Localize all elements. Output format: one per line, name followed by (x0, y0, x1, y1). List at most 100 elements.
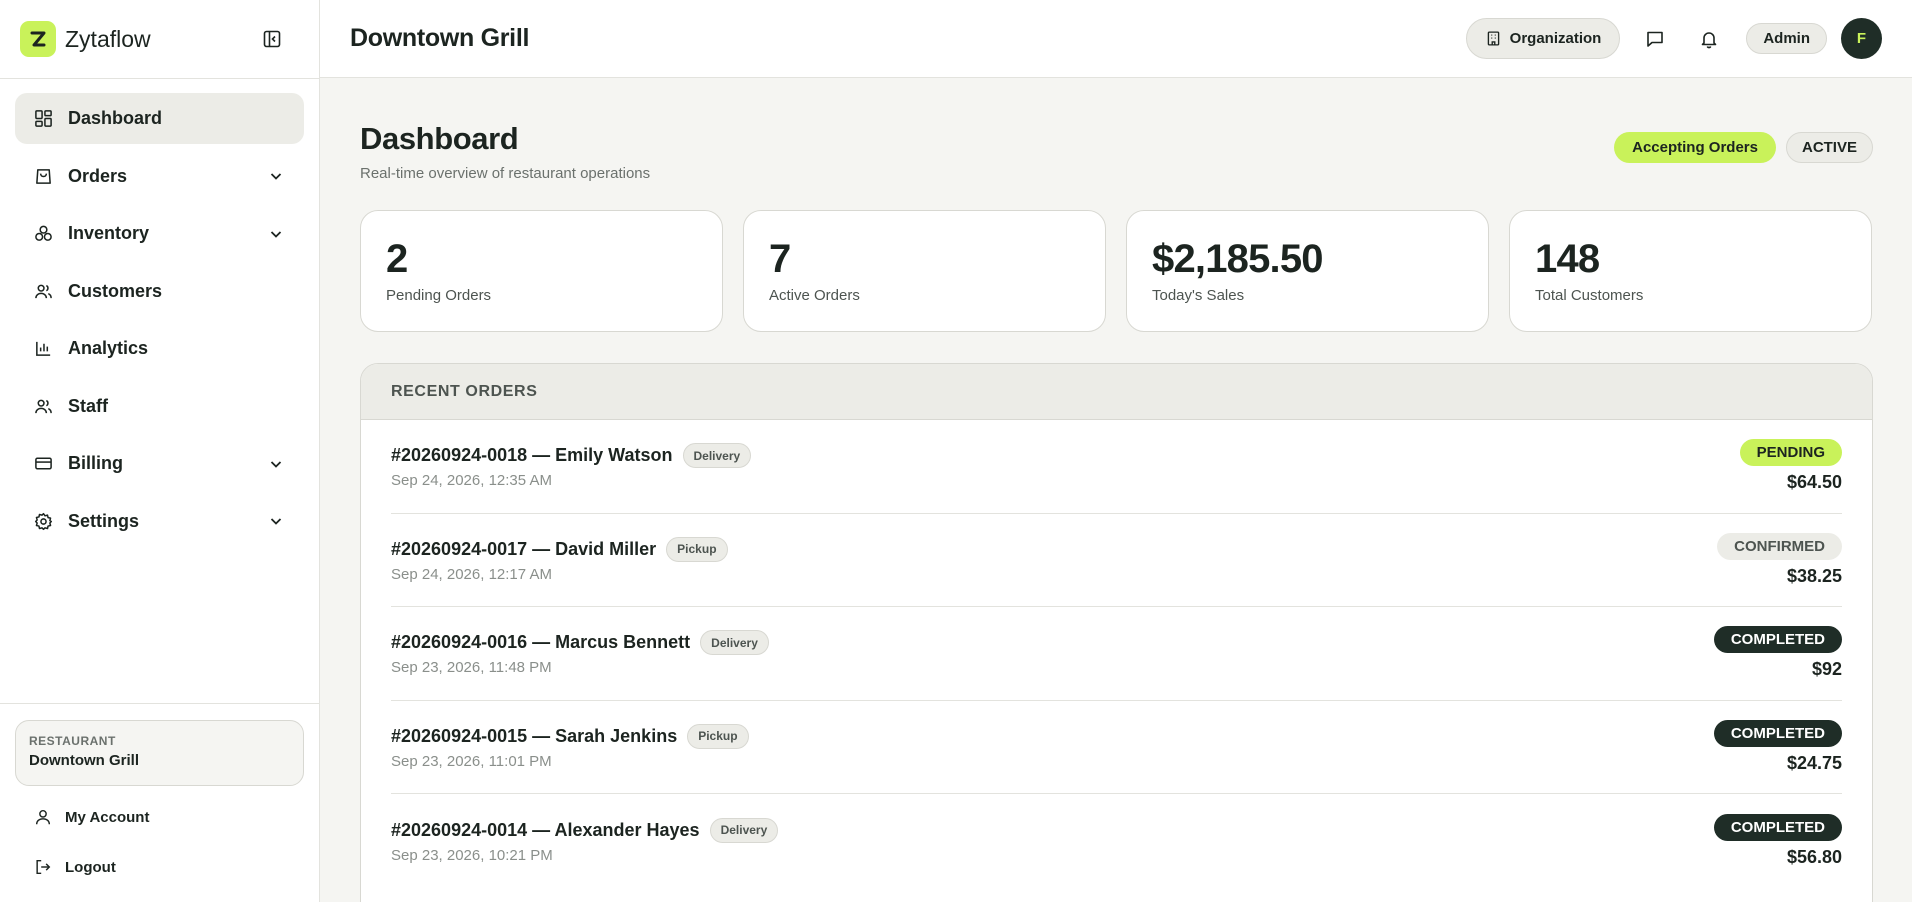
sidebar-item-label: Settings (68, 510, 140, 531)
my-account-link[interactable]: My Account (15, 792, 304, 842)
stat-label: Today's Sales (1152, 287, 1245, 304)
organization-button[interactable]: Organization (1465, 18, 1621, 59)
chevron-down-icon (268, 513, 284, 529)
order-status-badge: COMPLETED (1713, 813, 1842, 841)
chevron-down-icon (268, 456, 284, 472)
order-date: Sep 24, 2026, 12:17 AM (391, 565, 552, 583)
organization-label: Organization (1509, 30, 1602, 47)
stat-card-todays-sales: $2,185.50 Today's Sales (1126, 210, 1489, 332)
stat-value: 7 (769, 237, 791, 281)
order-row[interactable]: #20260924-0014 — Alexander Hayes Deliver… (391, 794, 1842, 888)
sidebar-item-label: Inventory (68, 223, 150, 243)
sidebar-item-analytics[interactable]: Analytics (15, 323, 304, 374)
sidebar-item-dashboard[interactable]: Dashboard (15, 93, 304, 144)
order-row[interactable]: #20260924-0018 — Emily Watson Delivery S… (391, 420, 1842, 514)
avatar[interactable]: F (1841, 18, 1882, 59)
users-icon (33, 396, 53, 416)
admin-role-button[interactable]: Admin (1746, 23, 1827, 54)
stat-label: Total Customers (1535, 287, 1644, 304)
logout-label: Logout (65, 858, 116, 876)
boxes-icon (33, 224, 53, 244)
dashboard-grid-icon (33, 109, 53, 129)
sidebar-collapse-icon[interactable] (257, 24, 287, 54)
recent-orders-list: #20260924-0018 — Emily Watson Delivery S… (361, 420, 1872, 888)
sidebar-item-label: Customers (68, 280, 163, 301)
sidebar-item-orders[interactable]: Orders (15, 151, 304, 202)
restaurant-card[interactable]: RESTAURANT Downtown Grill (15, 720, 304, 786)
page-title: Dashboard (360, 121, 519, 156)
sidebar-item-label: Dashboard (68, 108, 163, 128)
page-subtitle: Real-time overview of restaurant operati… (360, 165, 651, 182)
restaurant-name: Downtown Grill (29, 752, 139, 769)
sidebar: Zytaflow Dashboard Orders Inventory Cust… (0, 0, 320, 902)
order-status-badge: COMPLETED (1713, 626, 1842, 654)
order-total: $56.80 (1786, 846, 1842, 867)
page-header: Dashboard Real-time overview of restaura… (360, 78, 1873, 210)
stat-card-active-orders: 7 Active Orders (743, 210, 1106, 332)
order-type-badge: Delivery (709, 817, 779, 843)
order-total: $64.50 (1786, 472, 1842, 493)
stat-value: 2 (386, 237, 408, 281)
building-icon (1485, 30, 1502, 47)
users-icon (33, 281, 53, 301)
order-title: #20260924-0017 — David Miller (391, 538, 657, 559)
order-row[interactable]: #20260924-0015 — Sarah Jenkins Pickup Se… (391, 701, 1842, 794)
order-date: Sep 24, 2026, 12:35 AM (391, 472, 552, 490)
order-title: #20260924-0014 — Alexander Hayes (391, 819, 700, 840)
order-date: Sep 23, 2026, 10:21 PM (391, 846, 553, 864)
stat-card-total-customers: 148 Total Customers (1509, 210, 1872, 332)
zytaflow-logo-icon (20, 21, 56, 57)
order-title: #20260924-0016 — Marcus Bennett (391, 632, 691, 653)
order-type-badge: Pickup (687, 723, 749, 749)
accepting-orders-toggle[interactable]: Accepting Orders (1614, 132, 1776, 163)
sidebar-item-label: Orders (68, 165, 128, 186)
credit-card-icon (33, 454, 53, 474)
bar-chart-icon (33, 339, 53, 359)
status-badge: ACTIVE (1785, 132, 1873, 163)
order-total: $38.25 (1786, 565, 1842, 586)
brand-name: Zytaflow (65, 25, 151, 52)
order-type-badge: Delivery (700, 630, 769, 656)
order-type-badge: Pickup (666, 536, 728, 562)
user-icon (33, 807, 53, 827)
sidebar-item-staff[interactable]: Staff (15, 381, 304, 432)
order-date: Sep 23, 2026, 11:01 PM (391, 752, 552, 770)
order-row[interactable]: #20260924-0016 — Marcus Bennett Delivery… (391, 607, 1842, 701)
sidebar-item-customers[interactable]: Customers (15, 266, 304, 317)
top-header: Downtown Grill Organization Admin F (320, 0, 1912, 78)
bell-icon[interactable] (1690, 20, 1728, 58)
stat-card-pending-orders: 2 Pending Orders (360, 210, 723, 332)
order-status-badge: PENDING (1739, 439, 1842, 467)
order-row[interactable]: #20260924-0017 — David Miller Pickup Sep… (391, 514, 1842, 607)
stat-value: 148 (1535, 237, 1600, 281)
order-type-badge: Delivery (682, 443, 752, 469)
chevron-down-icon (268, 168, 284, 184)
stat-label: Pending Orders (386, 287, 492, 304)
logout-icon (33, 857, 53, 877)
sidebar-item-label: Billing (68, 453, 123, 473)
header-actions: Organization Admin F (1465, 18, 1882, 59)
sidebar-item-label: Staff (68, 395, 108, 416)
gear-icon (33, 511, 53, 531)
messages-icon[interactable] (1636, 20, 1674, 58)
order-total: $24.75 (1786, 752, 1842, 773)
header-title: Downtown Grill (350, 24, 530, 52)
order-status-badge: COMPLETED (1713, 719, 1842, 747)
order-status-badge: CONFIRMED (1717, 532, 1842, 560)
sidebar-item-inventory[interactable]: Inventory (15, 208, 304, 259)
order-title: #20260924-0015 — Sarah Jenkins (391, 725, 678, 746)
chevron-down-icon (268, 226, 284, 242)
logout-link[interactable]: Logout (15, 842, 304, 892)
recent-orders-panel: RECENT ORDERS #20260924-0018 — Emily Wat… (360, 363, 1873, 902)
sidebar-nav: Dashboard Orders Inventory Customers Ana… (0, 79, 319, 547)
order-date: Sep 23, 2026, 11:48 PM (391, 659, 552, 677)
my-account-label: My Account (65, 808, 150, 826)
sidebar-footer: RESTAURANT Downtown Grill My Account Log… (0, 703, 319, 892)
main-content: Dashboard Real-time overview of restaura… (360, 78, 1873, 902)
shopping-bag-icon (33, 166, 53, 186)
sidebar-item-settings[interactable]: Settings (15, 496, 304, 547)
stats-row: 2 Pending Orders 7 Active Orders $2,185.… (360, 210, 1873, 332)
sidebar-item-billing[interactable]: Billing (15, 438, 304, 489)
stat-value: $2,185.50 (1152, 237, 1324, 281)
order-total: $92 (1811, 659, 1842, 680)
